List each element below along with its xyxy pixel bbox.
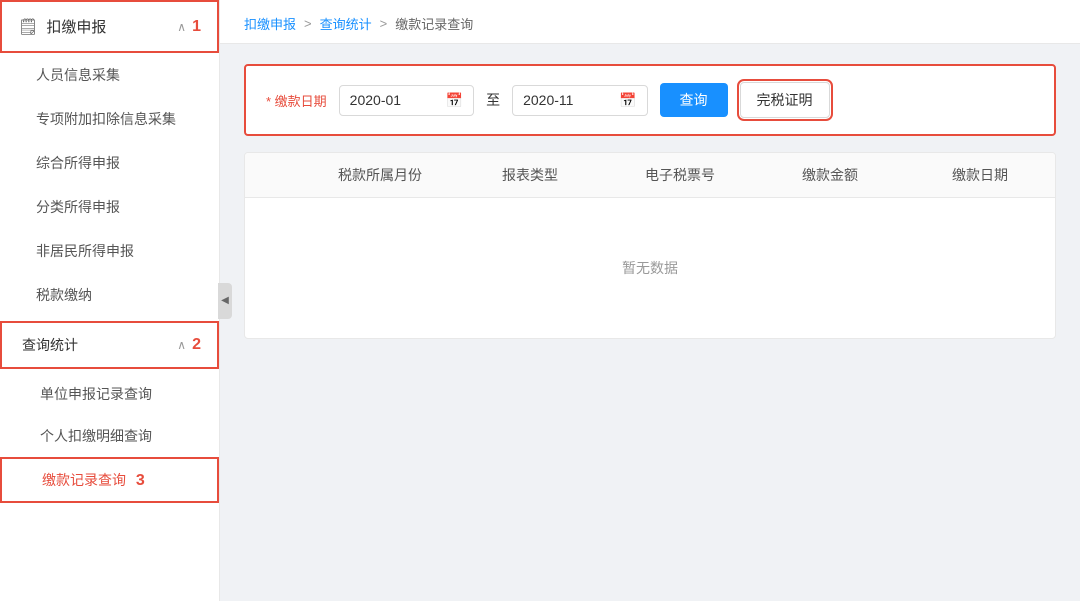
filter-bar: * 缴款日期 📅 至 📅 查询 完税证明 <box>244 64 1056 136</box>
table-col-ticket: 电子税票号 <box>605 153 755 197</box>
breadcrumb: 扣缴申报 > 查询统计 > 缴款记录查询 <box>220 0 1080 44</box>
sidebar-main-header[interactable]: 🗒 扣缴申报 ∧ 1 <box>0 0 219 53</box>
query-button[interactable]: 查询 <box>660 83 728 117</box>
breadcrumb-item-3: 缴款记录查询 <box>395 14 473 33</box>
calendar-to-icon: 📅 <box>619 92 636 109</box>
breadcrumb-item-1[interactable]: 扣缴申报 <box>244 14 296 33</box>
main-content: 扣缴申报 > 查询统计 > 缴款记录查询 * 缴款日期 📅 至 📅 查询 完税证… <box>220 0 1080 601</box>
date-from-field[interactable] <box>350 92 440 108</box>
table-header: 税款所属月份 报表类型 电子税票号 缴款金额 缴款日期 <box>245 153 1055 198</box>
sidebar-item-special[interactable]: 专项附加扣除信息采集 <box>0 97 219 141</box>
sidebar-item-nonresident[interactable]: 非居民所得申报 <box>0 229 219 273</box>
sidebar-section-query[interactable]: 查询统计 ∧ 2 <box>0 321 219 369</box>
date-to-input[interactable]: 📅 <box>512 85 647 116</box>
cert-button[interactable]: 完税证明 <box>740 82 830 118</box>
breadcrumb-item-2[interactable]: 查询统计 <box>320 14 372 33</box>
date-from-input[interactable]: 📅 <box>339 85 474 116</box>
sidebar-item-tax-payment[interactable]: 税款缴纳 <box>0 273 219 317</box>
content-area: * 缴款日期 📅 至 📅 查询 完税证明 税款所属月份 报表类型 电子税票号 缴… <box>220 44 1080 601</box>
table-col-date: 缴款日期 <box>905 153 1055 197</box>
sidebar: 🗒 扣缴申报 ∧ 1 人员信息采集 专项附加扣除信息采集 综合所得申报 分类所得… <box>0 0 220 601</box>
sidebar-sub-unit-query[interactable]: 单位申报记录查询 <box>0 373 219 415</box>
document-icon: 🗒 <box>18 17 38 37</box>
section-collapse-icon: ∧ <box>177 338 186 352</box>
filter-to-label: 至 <box>486 90 500 110</box>
sidebar-item-comprehensive[interactable]: 综合所得申报 <box>0 141 219 185</box>
sidebar-section-query-label: 查询统计 <box>22 335 177 355</box>
table-col-0 <box>245 153 305 197</box>
table-empty-state: 暂无数据 <box>245 198 1055 338</box>
filter-date-label: * 缴款日期 <box>266 91 327 110</box>
sidebar-sub-personal-query[interactable]: 个人扣缴明细查询 <box>0 415 219 457</box>
sidebar-collapse-button[interactable]: ◀ <box>218 283 232 319</box>
sidebar-sub-payment-query[interactable]: 缴款记录查询 3 <box>0 457 219 503</box>
data-table: 税款所属月份 报表类型 电子税票号 缴款金额 缴款日期 暂无数据 <box>244 152 1056 339</box>
breadcrumb-sep-1: > <box>304 16 312 31</box>
breadcrumb-sep-2: > <box>380 16 388 31</box>
main-collapse-icon: ∧ <box>177 20 186 34</box>
sidebar-main-title: 扣缴申报 <box>46 16 177 37</box>
sidebar-item-classified[interactable]: 分类所得申报 <box>0 185 219 229</box>
collapse-arrow-icon: ◀ <box>221 295 229 306</box>
calendar-from-icon: 📅 <box>446 92 463 109</box>
table-col-amount: 缴款金额 <box>755 153 905 197</box>
sidebar-item-personnel[interactable]: 人员信息采集 <box>0 53 219 97</box>
table-col-type: 报表类型 <box>455 153 605 197</box>
date-to-field[interactable] <box>523 92 613 108</box>
table-col-month: 税款所属月份 <box>305 153 455 197</box>
